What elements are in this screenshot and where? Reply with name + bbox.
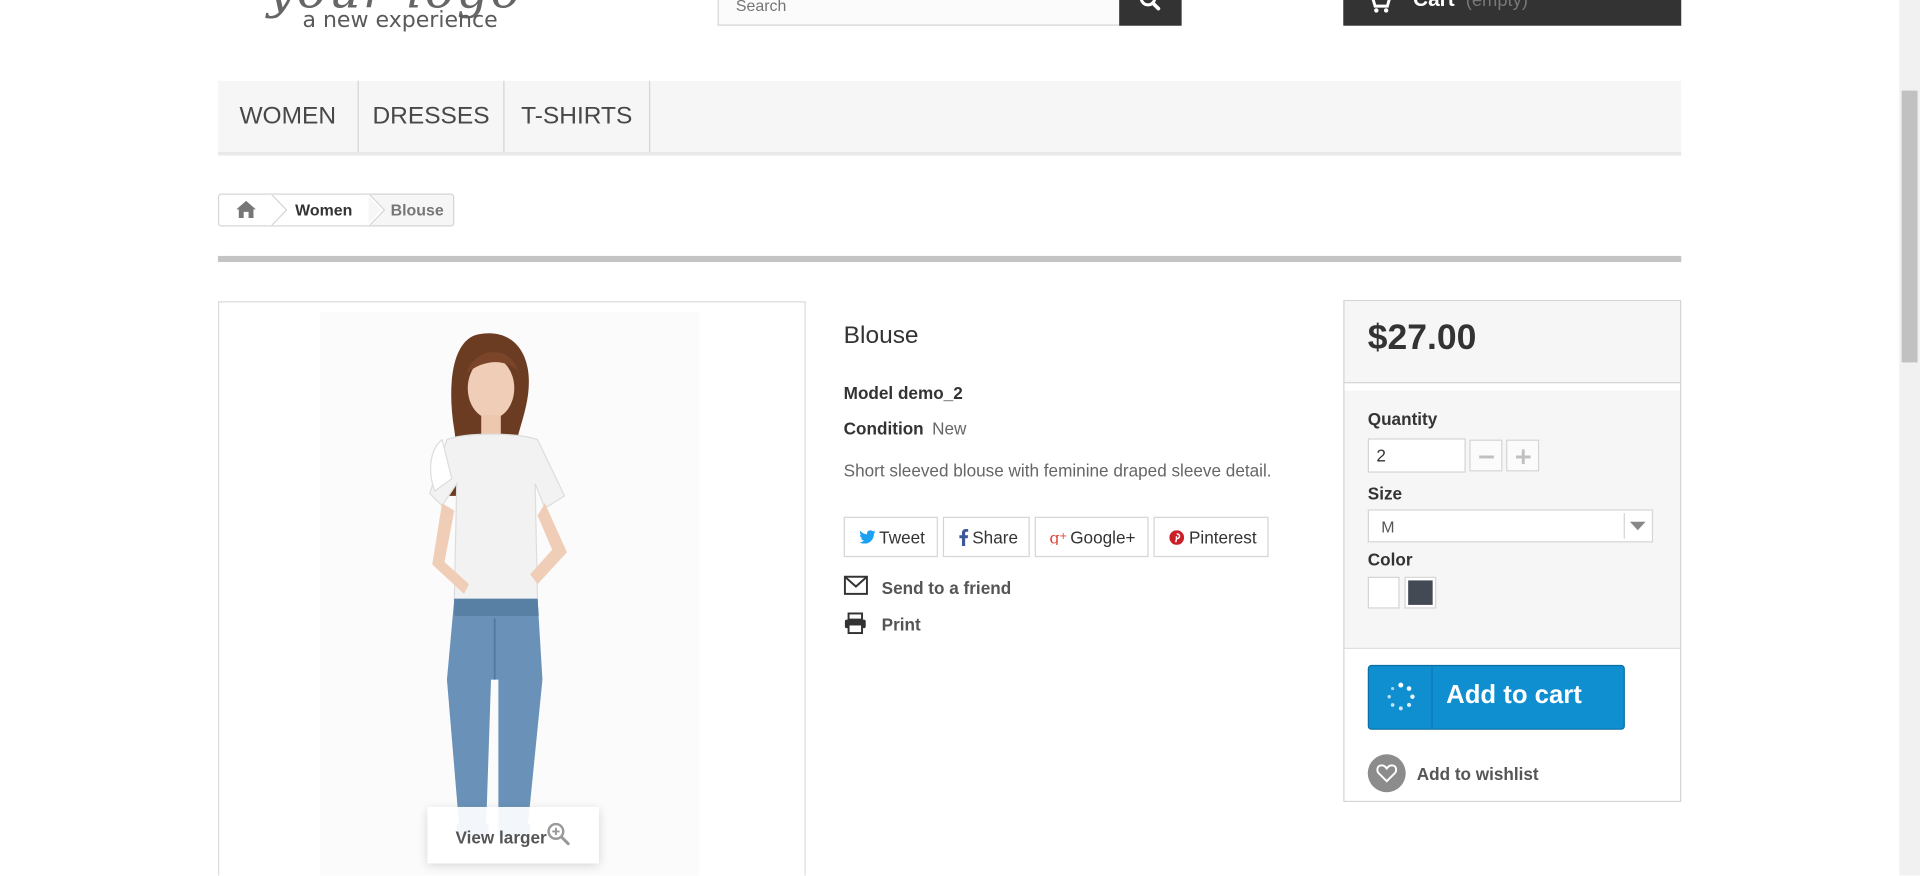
tweet-button[interactable]: Tweet bbox=[843, 516, 938, 558]
svg-text:g: g bbox=[1049, 530, 1059, 545]
quantity-label: Quantity bbox=[1367, 408, 1438, 429]
size-label: Size bbox=[1367, 483, 1403, 504]
product-photo[interactable] bbox=[319, 312, 700, 876]
minus-icon bbox=[1479, 455, 1494, 459]
plus-icon bbox=[1515, 449, 1531, 465]
breadcrumb: Women Blouse bbox=[217, 193, 455, 227]
section-divider bbox=[217, 255, 1682, 263]
add-to-cart-button[interactable]: Add to cart bbox=[1367, 664, 1625, 730]
add-to-cart-label: Add to cart bbox=[1446, 680, 1582, 709]
tweet-label: Tweet bbox=[879, 527, 925, 548]
color-swatch-fill bbox=[1408, 580, 1433, 605]
cart-status: (empty) bbox=[1465, 0, 1528, 12]
breadcrumb-separator bbox=[367, 194, 386, 226]
search-icon bbox=[1139, 0, 1161, 11]
wishlist-icon-circle bbox=[1367, 754, 1406, 793]
breadcrumb-home[interactable] bbox=[219, 194, 274, 226]
home-icon bbox=[236, 200, 256, 218]
size-selected-value: M bbox=[1381, 517, 1395, 537]
size-select[interactable]: M bbox=[1367, 509, 1654, 543]
facebook-icon bbox=[959, 528, 969, 547]
cart-label: Cart bbox=[1413, 0, 1455, 12]
google-plus-button[interactable]: g + Google+ bbox=[1034, 516, 1149, 558]
logo-tagline: a new experience bbox=[302, 7, 498, 34]
send-to-friend-link[interactable]: Send to a friend bbox=[843, 574, 1040, 601]
breadcrumb-current: Blouse bbox=[390, 200, 444, 220]
pinterest-button[interactable]: Pinterest bbox=[1153, 516, 1269, 558]
search-button[interactable] bbox=[1119, 0, 1182, 26]
color-label: Color bbox=[1367, 549, 1413, 570]
price-area: $27.00 bbox=[1344, 301, 1681, 384]
search-box bbox=[717, 0, 1182, 26]
heart-icon bbox=[1376, 764, 1398, 783]
store-logo[interactable]: your logo a new experience bbox=[267, 0, 598, 39]
product-reference: Model demo_2 bbox=[843, 383, 963, 403]
cart-button[interactable]: Cart (empty) bbox=[1343, 0, 1682, 26]
product-options: Quantity Size M bbox=[1344, 390, 1681, 649]
spinner-icon bbox=[1387, 682, 1415, 711]
color-swatch-white[interactable] bbox=[1367, 576, 1400, 609]
chevron-down-icon bbox=[1629, 521, 1646, 531]
breadcrumb-women-link[interactable]: Women bbox=[295, 201, 352, 219]
top-menu: WOMEN DRESSES T-SHIRTS bbox=[217, 80, 1682, 156]
view-larger-button[interactable]: View larger bbox=[427, 806, 599, 864]
search-input[interactable] bbox=[718, 0, 1120, 25]
product-price: $27.00 bbox=[1367, 318, 1477, 358]
shopping-cart-icon bbox=[1371, 0, 1391, 13]
product-condition: Condition New bbox=[844, 419, 967, 439]
svg-text:+: + bbox=[1059, 531, 1067, 542]
add-to-wishlist-label: Add to wishlist bbox=[1416, 764, 1539, 784]
buy-box: $27.00 Quantity Size M bbox=[1343, 300, 1682, 803]
print-label: Print bbox=[881, 614, 921, 635]
google-plus-icon: g + bbox=[1049, 530, 1067, 545]
google-plus-label: Google+ bbox=[1070, 527, 1136, 548]
condition-value: New bbox=[932, 418, 967, 439]
printer-icon bbox=[844, 612, 866, 635]
menu-item-t-shirts[interactable]: T-SHIRTS bbox=[504, 80, 651, 152]
size-dropdown-toggle bbox=[1623, 513, 1650, 539]
view-larger-label: View larger bbox=[455, 827, 547, 848]
page: your logo a new experience Cart (empty) … bbox=[0, 0, 1920, 876]
product-short-description: Short sleeved blouse with feminine drape… bbox=[843, 460, 1272, 481]
pinterest-label: Pinterest bbox=[1188, 527, 1257, 548]
zoom-in-icon bbox=[547, 822, 570, 846]
breadcrumb-separator bbox=[269, 194, 288, 226]
menu-item-women[interactable]: WOMEN bbox=[218, 80, 359, 152]
pinterest-icon bbox=[1169, 530, 1185, 545]
envelope-icon bbox=[843, 575, 868, 595]
share-label: Share bbox=[972, 527, 1018, 548]
add-to-wishlist-link[interactable]: Add to wishlist bbox=[1367, 754, 1564, 793]
condition-label: Condition bbox=[843, 418, 924, 439]
menu-item-dresses[interactable]: DRESSES bbox=[359, 80, 505, 152]
product-title: Blouse bbox=[843, 322, 919, 349]
twitter-icon bbox=[859, 530, 876, 544]
loading-spinner bbox=[1369, 666, 1433, 729]
color-swatch-black[interactable] bbox=[1404, 576, 1437, 609]
send-to-friend-label: Send to a friend bbox=[881, 577, 1012, 598]
facebook-share-button[interactable]: Share bbox=[942, 516, 1030, 558]
quantity-decrease-button[interactable] bbox=[1469, 439, 1503, 472]
page-scrollbar[interactable] bbox=[1899, 0, 1920, 876]
scrollbar-thumb[interactable] bbox=[1901, 90, 1918, 363]
print-link[interactable]: Print bbox=[844, 611, 942, 638]
quantity-input[interactable] bbox=[1367, 438, 1466, 473]
quantity-increase-button[interactable] bbox=[1506, 439, 1540, 472]
product-image-frame: View larger bbox=[217, 301, 806, 876]
